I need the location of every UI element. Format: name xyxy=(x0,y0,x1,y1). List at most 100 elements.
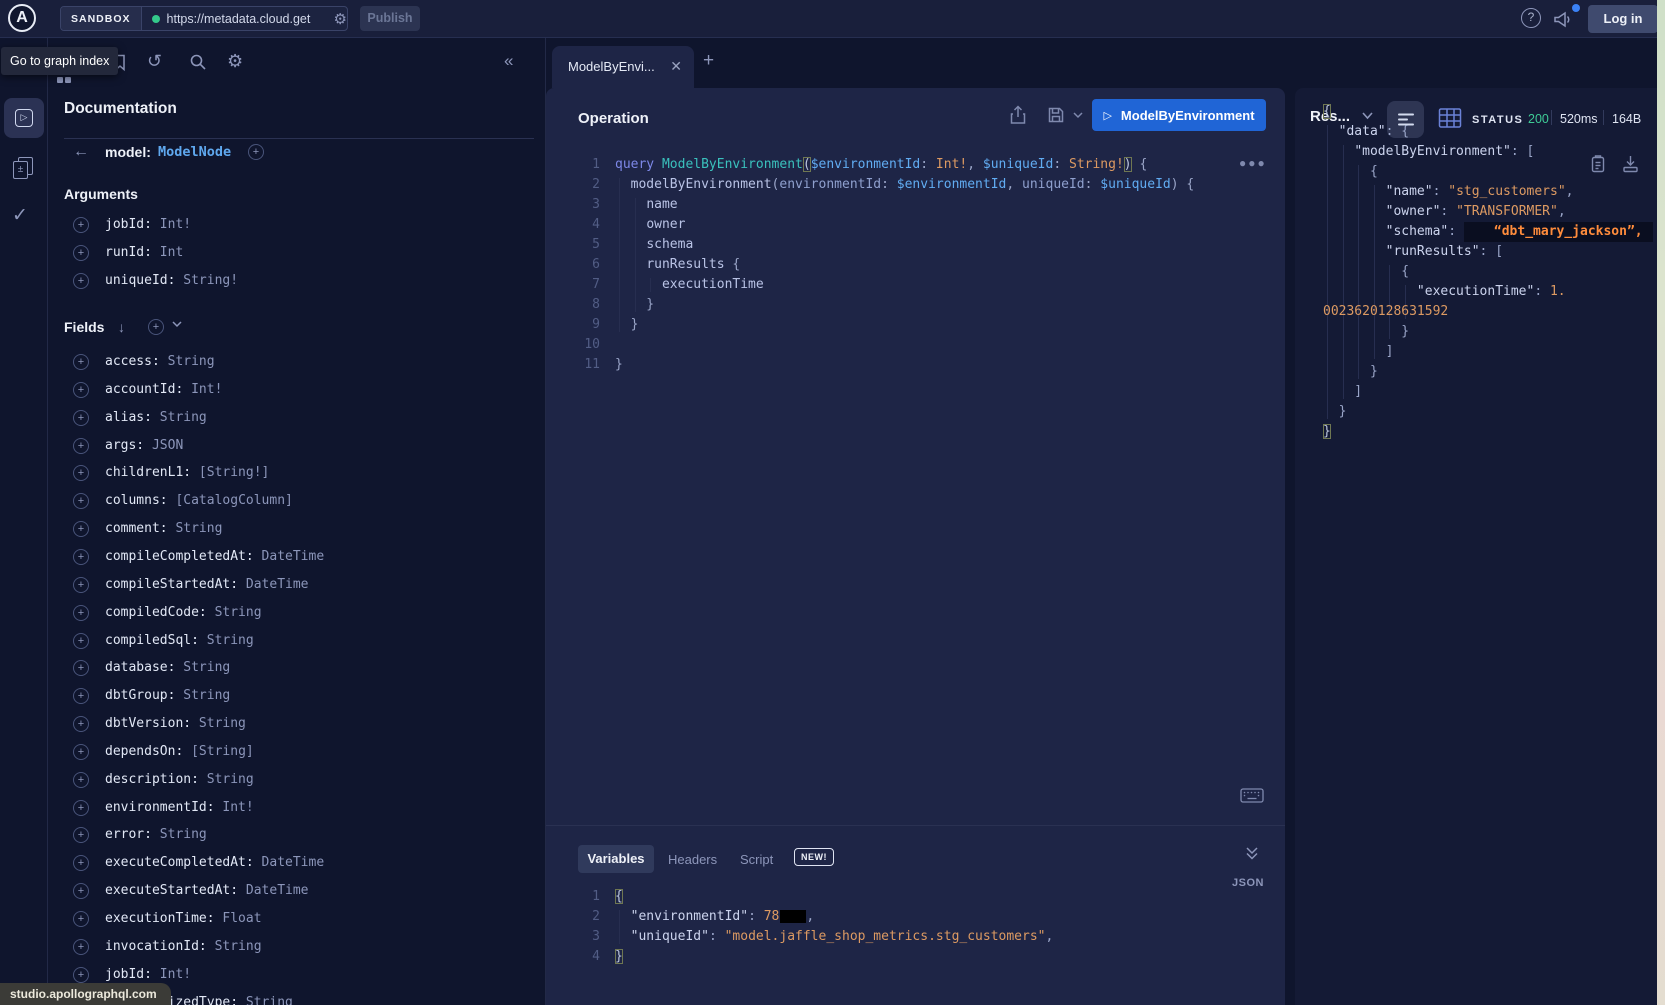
code-line: } xyxy=(1323,402,1653,422)
doc-breadcrumb-type-link[interactable]: ModelNode xyxy=(158,144,231,160)
search-icon[interactable] xyxy=(189,53,207,71)
doc-field-row[interactable]: +environmentId: Int! xyxy=(48,798,546,820)
variables-editor[interactable]: 1{2 "environmentId": 78,3 "uniqueId": "m… xyxy=(546,887,1285,987)
code-line: 9 } xyxy=(546,315,1285,335)
doc-field-row[interactable]: +database: String xyxy=(48,658,546,680)
doc-field-row[interactable]: +error: String xyxy=(48,825,546,847)
close-tab-icon[interactable]: ✕ xyxy=(670,58,682,75)
code-line: 11} xyxy=(546,355,1285,375)
doc-field-row[interactable]: +dbtGroup: String xyxy=(48,686,546,708)
tab-modelbyenvironment[interactable]: ModelByEnvi... ✕ xyxy=(552,46,694,88)
add-to-operation-button[interactable]: + xyxy=(73,382,89,398)
add-to-operation-button[interactable]: + xyxy=(73,855,89,871)
add-to-operation-button[interactable]: + xyxy=(73,273,89,289)
doc-field-row[interactable]: +columns: [CatalogColumn] xyxy=(48,491,546,513)
save-icon[interactable] xyxy=(1046,105,1066,125)
add-to-operation-button[interactable]: + xyxy=(73,772,89,788)
add-to-operation-button[interactable]: + xyxy=(73,438,89,454)
add-to-operation-button[interactable]: + xyxy=(73,605,89,621)
collapse-variables-icon[interactable] xyxy=(1245,846,1259,861)
add-to-operation-button[interactable]: + xyxy=(73,939,89,955)
doc-field-row[interactable]: + childrenL1: [String!] xyxy=(48,463,546,485)
add-to-operation-button[interactable]: + xyxy=(73,493,89,509)
tooltip-go-to-graph-index: Go to graph index xyxy=(1,47,118,75)
add-fields-button[interactable]: + xyxy=(148,319,164,335)
code-line: { xyxy=(1323,262,1653,282)
chevron-down-icon[interactable] xyxy=(172,321,182,328)
doc-field-row[interactable]: +access: String xyxy=(48,352,546,374)
add-to-operation-button[interactable]: + xyxy=(73,883,89,899)
add-to-operation-button[interactable]: + xyxy=(73,744,89,760)
response-panel: Res... STATUS 200 520ms 164B { "data": {… xyxy=(1295,38,1665,1005)
field-signature: alias: String xyxy=(105,410,207,425)
doc-field-row[interactable]: +dependsOn: [String] xyxy=(48,742,546,764)
add-to-operation-button[interactable]: + xyxy=(73,354,89,370)
add-to-operation-button[interactable]: + xyxy=(73,410,89,426)
add-to-operation-button[interactable]: + xyxy=(73,827,89,843)
add-to-operation-button[interactable]: + xyxy=(73,911,89,927)
add-to-operation-button[interactable]: + xyxy=(73,521,89,537)
endpoint-settings-gear-icon[interactable]: ⚙ xyxy=(334,10,347,28)
doc-field-row[interactable]: +uniqueId: String! xyxy=(48,271,546,293)
add-to-operation-button[interactable]: + xyxy=(73,549,89,565)
play-icon: ▷ xyxy=(1103,109,1111,122)
doc-field-row[interactable]: +jobId: Int! xyxy=(48,215,546,237)
history-icon[interactable]: ↺ xyxy=(147,51,162,72)
publish-button[interactable]: Publish xyxy=(360,6,420,31)
tab-headers[interactable]: Headers xyxy=(668,852,717,867)
doc-field-row[interactable]: +executionTime: Float xyxy=(48,909,546,931)
new-tab-button[interactable]: + xyxy=(703,50,714,72)
add-to-operation-button[interactable]: + xyxy=(73,217,89,233)
add-all-fields-button[interactable]: + xyxy=(248,144,264,160)
sidebar-item-schema[interactable]: ± xyxy=(13,157,35,181)
doc-field-row[interactable]: +executeCompletedAt: DateTime xyxy=(48,853,546,875)
back-arrow-icon[interactable]: ← xyxy=(73,143,89,161)
help-icon[interactable]: ? xyxy=(1521,8,1541,28)
endpoint-url-input[interactable]: https://metadata.cloud.get xyxy=(167,12,332,26)
login-button[interactable]: Log in xyxy=(1588,5,1658,33)
add-to-operation-button[interactable]: + xyxy=(73,967,89,983)
add-to-operation-button[interactable]: + xyxy=(73,800,89,816)
doc-field-row[interactable]: +compiledSql: String xyxy=(48,631,546,653)
line-number: 4 xyxy=(546,215,600,235)
sidebar-item-operations[interactable]: ▷ xyxy=(4,98,44,138)
sandbox-badge[interactable]: SANDBOX xyxy=(61,7,142,30)
tab-variables[interactable]: Variables xyxy=(578,845,654,873)
operation-editor[interactable]: 1query ModelByEnvironment($environmentId… xyxy=(546,155,1285,815)
operation-options-icon[interactable]: ●●● xyxy=(1239,156,1267,170)
add-to-operation-button[interactable]: + xyxy=(73,465,89,481)
add-to-operation-button[interactable]: + xyxy=(73,716,89,732)
doc-field-row[interactable]: +compileStartedAt: DateTime xyxy=(48,575,546,597)
doc-field-row[interactable]: +description: String xyxy=(48,770,546,792)
add-to-operation-button[interactable]: + xyxy=(73,688,89,704)
doc-field-row[interactable]: +args: JSON xyxy=(48,436,546,458)
doc-field-row[interactable]: +executeStartedAt: DateTime xyxy=(48,881,546,903)
doc-field-row[interactable]: +runId: Int xyxy=(48,243,546,265)
keyboard-shortcuts-icon[interactable] xyxy=(1240,788,1264,803)
save-dropdown-chevron-icon[interactable] xyxy=(1073,112,1083,119)
doc-field-row[interactable]: + alias: String xyxy=(48,408,546,430)
tab-script[interactable]: Script xyxy=(740,852,773,867)
add-to-operation-button[interactable]: + xyxy=(73,660,89,676)
doc-field-row[interactable]: +compiledCode: String xyxy=(48,603,546,625)
code-line: 7 executionTime xyxy=(546,275,1285,295)
add-to-operation-button[interactable]: + xyxy=(73,577,89,593)
add-to-operation-button[interactable]: + xyxy=(73,245,89,261)
sidebar-item-checks[interactable]: ✓ xyxy=(12,204,28,227)
apollo-logo[interactable]: A xyxy=(8,4,36,32)
field-signature: childrenL1: [String!] xyxy=(105,465,269,480)
sort-fields-icon[interactable]: ↓ xyxy=(118,319,125,335)
response-json-viewer[interactable]: { "data": { "modelByEnvironment": [ { "n… xyxy=(1323,102,1653,462)
collapse-panel-icon[interactable]: « xyxy=(504,51,513,71)
doc-field-row[interactable]: +dbtVersion: String xyxy=(48,714,546,736)
announcements-icon[interactable] xyxy=(1552,9,1574,29)
settings-gear-icon[interactable]: ⚙ xyxy=(227,51,243,72)
doc-field-row[interactable]: +invocationId: String xyxy=(48,937,546,959)
doc-field-row[interactable]: +compileCompletedAt: DateTime xyxy=(48,547,546,569)
documentation-panel: ↺ ⚙ « Documentation ← model: ModelNode +… xyxy=(48,38,546,1005)
add-to-operation-button[interactable]: + xyxy=(73,633,89,649)
run-operation-button[interactable]: ▷ ModelByEnvironment xyxy=(1092,99,1266,131)
doc-field-row[interactable]: +accountId: Int! xyxy=(48,380,546,402)
share-icon[interactable] xyxy=(1008,104,1028,126)
doc-field-row[interactable]: +comment: String xyxy=(48,519,546,541)
